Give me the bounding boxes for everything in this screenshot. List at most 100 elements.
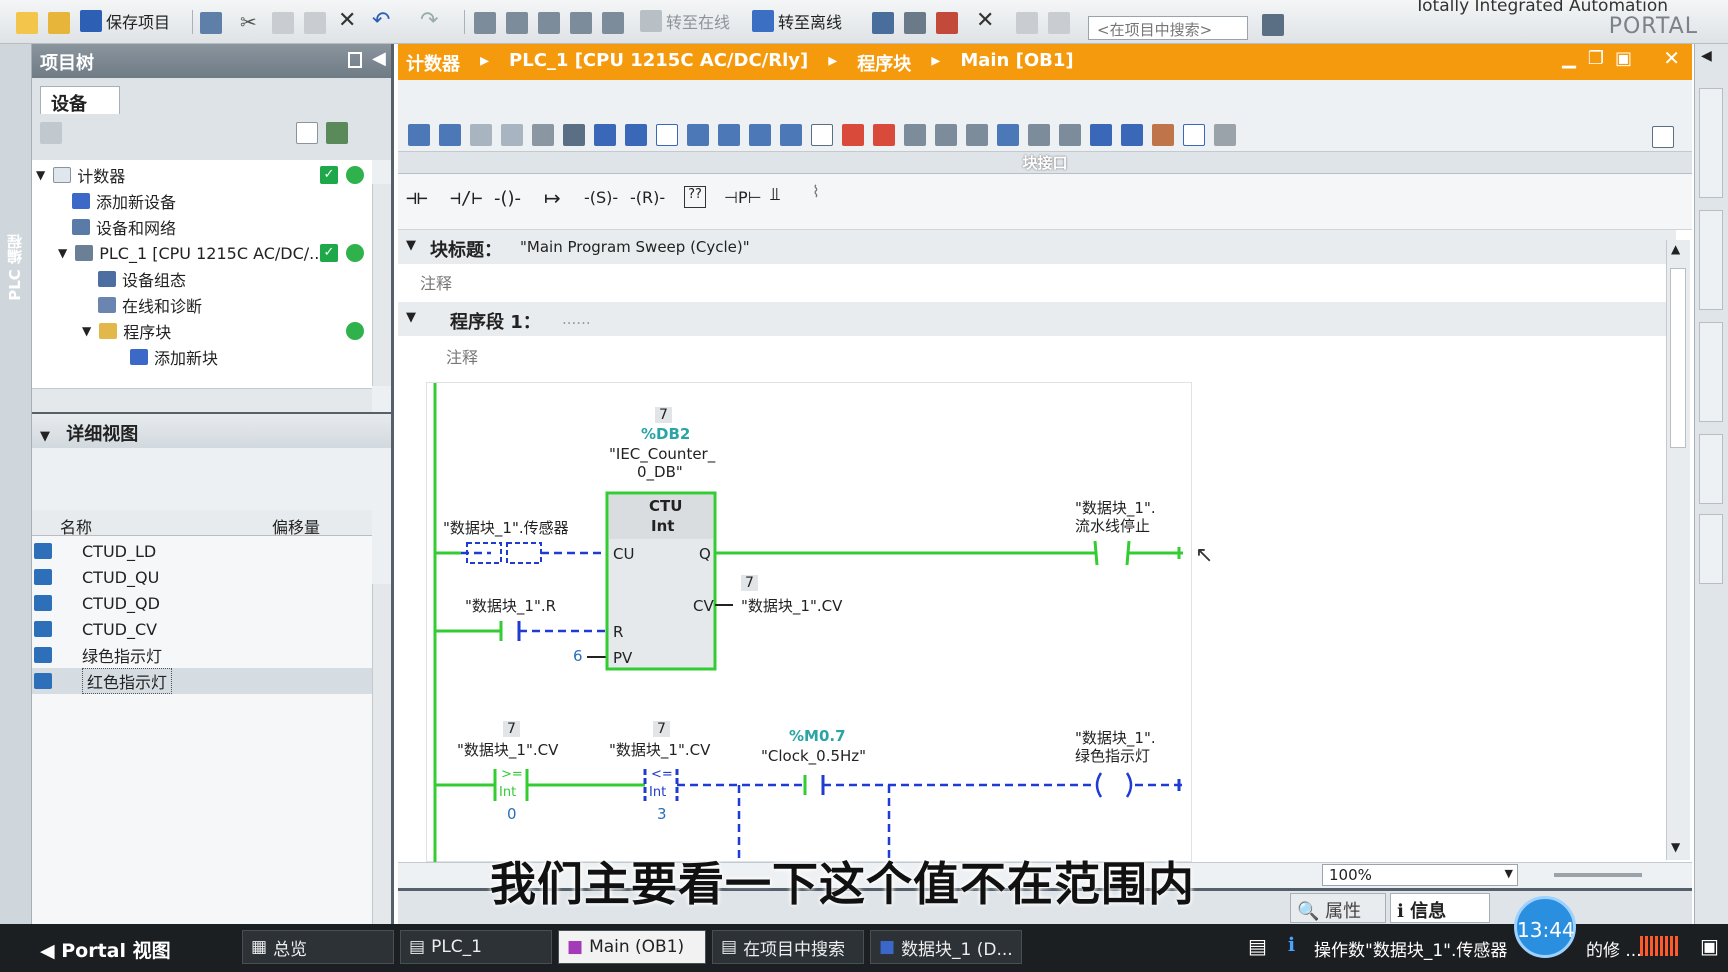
breadcrumb-program-blocks[interactable]: 程序块 (857, 50, 911, 75)
paste-icon[interactable] (304, 12, 326, 34)
table-row[interactable]: CTUD_QD (32, 590, 372, 616)
maximize-icon[interactable]: ▣ (1615, 48, 1632, 69)
lock-icon[interactable] (1214, 124, 1236, 146)
print-icon[interactable] (200, 12, 222, 34)
expand-down-icon[interactable]: ▼ (58, 246, 67, 260)
step-icon[interactable] (1028, 124, 1050, 146)
open-project-icon[interactable] (48, 12, 70, 34)
table-row[interactable]: CTUD_LD (32, 538, 372, 564)
set-coil-icon[interactable]: -(S)- (584, 188, 618, 207)
tree-vertical-scrollbar[interactable] (372, 184, 391, 386)
project-search-input[interactable]: <在项目中搜索> (1088, 16, 1248, 40)
side-tab-testing[interactable] (1699, 210, 1723, 310)
tab-info[interactable]: ℹ 信息 (1390, 893, 1490, 923)
split-vertical-icon[interactable] (1048, 12, 1070, 34)
search-go-icon[interactable] (1262, 14, 1284, 36)
rbf-icon[interactable]: ⌇ (812, 182, 820, 201)
cmp1-value[interactable]: 0 (507, 805, 517, 823)
save-project-button[interactable]: 保存项目 (80, 8, 170, 34)
go-online-button[interactable]: 转至在线 (640, 8, 730, 34)
call-hierarchy-icon[interactable] (1121, 124, 1143, 146)
open-branch-icon[interactable]: ⫫ (770, 184, 780, 205)
collapse-icon[interactable]: ▼ (40, 429, 50, 444)
detail-view-header[interactable]: ▼ 详细视图 (32, 412, 391, 448)
r-operand[interactable]: "数据块_1".R (465, 595, 556, 616)
ladder-network-area[interactable]: ↖ 7 %DB2 "IEC_Counter_ 0_DB" CTU Int CU … (426, 382, 1213, 863)
network-comment[interactable]: 注释 (446, 344, 478, 368)
accessible-devices-icon[interactable] (872, 12, 894, 34)
tree-item-program-blocks[interactable]: ▼ 程序块 (32, 318, 372, 344)
scroll-thumb[interactable] (1670, 268, 1686, 448)
status-message[interactable]: 操作数"数据块_1".传感器 (1314, 936, 1507, 961)
ctu-datatype-label[interactable]: Int (651, 517, 674, 535)
coil2-operand-line2[interactable]: 绿色指示灯 (1075, 745, 1150, 766)
absolute-address-icon[interactable] (687, 124, 709, 146)
taskbar-search[interactable]: ▤ 在项目中搜索 (712, 930, 864, 964)
test-icon[interactable] (1152, 124, 1174, 146)
cmp2-type[interactable]: Int (649, 785, 666, 800)
copy-icon[interactable] (272, 12, 294, 34)
upload-icon[interactable] (538, 12, 560, 34)
step-over-icon[interactable] (1059, 124, 1081, 146)
compile-icon[interactable] (474, 12, 496, 34)
insert-row-icon[interactable] (470, 124, 492, 146)
undo-icon[interactable]: ↶ (372, 8, 390, 33)
go-to-next-error-icon[interactable] (873, 124, 895, 146)
tab-devices[interactable]: 设备 (40, 86, 120, 115)
start-cpu-icon[interactable] (904, 12, 926, 34)
cmp1-operand[interactable]: "数据块_1".CV (457, 739, 558, 760)
portal-view-button[interactable]: ◀ Portal 视图 (40, 936, 171, 963)
coil1-operand-line2[interactable]: 流水线停止 (1075, 515, 1150, 536)
pin-icon[interactable] (348, 52, 362, 68)
db-name-line1[interactable]: "IEC_Counter_ (609, 445, 715, 463)
display-favorites-icon[interactable] (811, 124, 833, 146)
close-all-networks-icon[interactable] (594, 124, 616, 146)
editor-vertical-scrollbar[interactable]: ▲ ▼ (1666, 240, 1690, 860)
jump-icon[interactable]: ↦ (544, 186, 561, 210)
pv-value[interactable]: 6 (573, 647, 583, 665)
expand-down-icon[interactable]: ▼ (36, 168, 45, 182)
breadcrumb-project[interactable]: 计数器 (406, 50, 460, 75)
stop-cpu-icon[interactable] (936, 12, 958, 34)
redo-icon[interactable]: ↷ (420, 8, 438, 33)
taskbar-main-ob1[interactable]: ■ Main (OB1) (558, 930, 706, 964)
overview-view-icon[interactable] (296, 122, 318, 144)
plc-programming-side-tab[interactable]: PLC 编程 (0, 44, 32, 924)
cmp2-operand[interactable]: "数据块_1".CV (609, 739, 710, 760)
side-tab-tasks[interactable] (1699, 322, 1723, 422)
side-tab-libraries[interactable] (1699, 434, 1723, 504)
simulation-icon[interactable] (570, 12, 592, 34)
download-block-icon[interactable] (966, 124, 988, 146)
insert-network-icon[interactable] (408, 124, 430, 146)
chevron-down-icon[interactable]: ▼ (1505, 867, 1513, 880)
taskbar-overview[interactable]: ▦ 总览 (242, 930, 394, 964)
delete-network-icon[interactable] (439, 124, 461, 146)
tree-horizontal-scrollbar[interactable] (32, 388, 372, 412)
tree-item-add-device[interactable]: 添加新设备 (32, 188, 372, 214)
taskbar-plc[interactable]: ▤ PLC_1 (400, 930, 552, 964)
p-contact-icon[interactable]: ⊣P⊢ (724, 188, 762, 207)
go-offline-button[interactable]: 转至离线 (752, 8, 842, 34)
go-to-error-icon[interactable] (842, 124, 864, 146)
tree-item-device-config[interactable]: 设备组态 (32, 266, 372, 292)
breadcrumb-plc[interactable]: PLC_1 [CPU 1215C AC/DC/Rly] (509, 50, 808, 74)
collapse-icon[interactable]: ▼ (406, 238, 416, 253)
tree-item-devices-networks[interactable]: 设备和网络 (32, 214, 372, 240)
download-icon[interactable] (506, 12, 528, 34)
side-tab-instructions[interactable] (1699, 88, 1723, 198)
table-row[interactable]: CTUD_QU (32, 564, 372, 590)
navigate-icon[interactable] (625, 124, 647, 146)
tree-toolbar-icon[interactable] (40, 122, 62, 144)
block-interface-bar[interactable]: 块接口 (398, 152, 1692, 174)
no-contact-icon[interactable]: ⊣⊢ (406, 188, 428, 209)
monitor-icon[interactable]: ▣ (1700, 934, 1719, 958)
monitor-icon[interactable] (935, 124, 957, 146)
collapse-icon[interactable]: ▼ (406, 310, 416, 325)
favorites-icon[interactable] (718, 124, 740, 146)
open-all-networks-icon[interactable] (563, 124, 585, 146)
detail-vertical-scrollbar[interactable] (372, 584, 391, 944)
reset-start-values-icon[interactable] (532, 124, 554, 146)
tree-item-online-diag[interactable]: 在线和诊断 (32, 292, 372, 318)
table-row-selected[interactable]: 红色指示灯 (32, 668, 372, 694)
add-device-view-icon[interactable] (326, 122, 348, 144)
